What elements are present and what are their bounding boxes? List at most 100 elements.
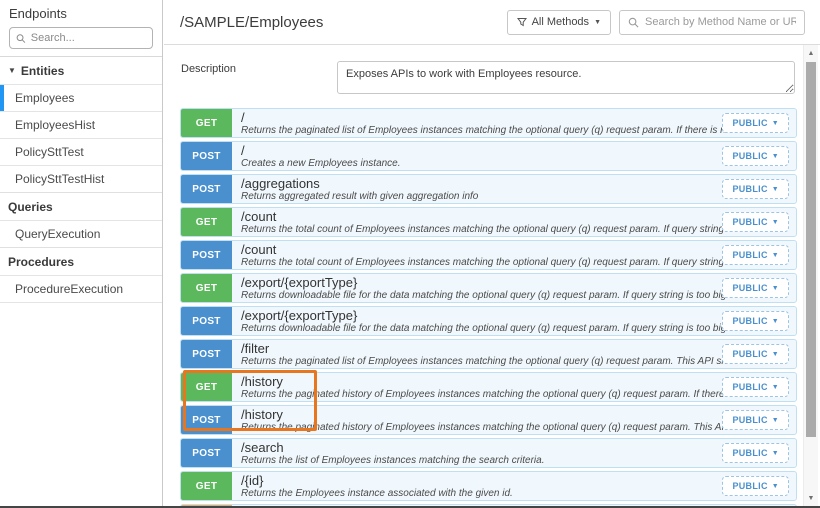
sidebar-section-procedures[interactable]: Procedures xyxy=(0,247,162,275)
endpoint-path: /count xyxy=(241,210,726,224)
endpoint-row-post-export-exporttype-[interactable]: POST/export/{exportType}Returns download… xyxy=(180,306,797,336)
sidebar-section-entities[interactable]: ▼Entities xyxy=(0,57,162,84)
vertical-scrollbar[interactable]: ▲ ▼ xyxy=(803,45,818,506)
access-label: PUBLIC xyxy=(732,151,767,161)
endpoint-row-get-history[interactable]: GET/historyReturns the paginated history… xyxy=(180,372,797,402)
endpoint-info: /countReturns the total count of Employe… xyxy=(232,241,796,269)
access-label: PUBLIC xyxy=(732,184,767,194)
access-dropdown-button[interactable]: PUBLIC▼ xyxy=(722,278,789,298)
sidebar-search-box[interactable] xyxy=(9,27,153,49)
method-badge: POST xyxy=(181,439,232,467)
sidebar-section-label: Procedures xyxy=(8,255,74,269)
chevron-down-icon: ▼ xyxy=(772,318,779,325)
sidebar-title: Endpoints xyxy=(0,0,162,26)
endpoint-row-post-count[interactable]: POST/countReturns the total count of Emp… xyxy=(180,240,797,270)
access-dropdown-button[interactable]: PUBLIC ▼ xyxy=(722,311,789,331)
chevron-down-icon: ▼ xyxy=(772,351,779,358)
sidebar-item-policystttesthist[interactable]: PolicySttTestHist xyxy=(0,165,162,192)
chevron-down-icon: ▼ xyxy=(772,219,779,226)
endpoint-row-get-count[interactable]: GET/countReturns the total count of Empl… xyxy=(180,207,797,237)
method-badge: GET xyxy=(181,373,232,401)
scrollbar-thumb[interactable] xyxy=(806,62,816,437)
access-label: PUBLIC xyxy=(732,316,767,326)
endpoint-row-get-[interactable]: GET/Returns the paginated list of Employ… xyxy=(180,108,797,138)
endpoint-description: Returns the total count of Employees ins… xyxy=(241,257,726,269)
access-dropdown-button[interactable]: PUBLIC▼ xyxy=(722,344,789,364)
access-label: PUBLIC xyxy=(732,217,767,227)
endpoint-path: /export/{exportType} xyxy=(241,309,726,323)
chevron-down-icon: ▼ xyxy=(594,19,601,26)
endpoint-path: /export/{exportType} xyxy=(241,276,726,290)
sidebar-item-employeeshist[interactable]: EmployeesHist xyxy=(0,111,162,138)
main-header: /SAMPLE/Employees All Methods ▼ xyxy=(164,0,820,45)
description-label: Description xyxy=(181,63,236,75)
endpoint-info: /Creates a new Employees instance. xyxy=(232,142,796,170)
endpoint-row-post-[interactable]: POST/Creates a new Employees instance.PU… xyxy=(180,141,797,171)
method-badge: POST xyxy=(181,406,232,434)
method-badge: GET xyxy=(181,208,232,236)
sidebar: Endpoints ▼EntitiesEmployeesEmployeesHis… xyxy=(0,0,163,508)
method-search-input[interactable] xyxy=(645,16,796,28)
access-dropdown-button[interactable]: PUBLIC▼ xyxy=(722,377,789,397)
chevron-down-icon: ▼ xyxy=(772,483,779,490)
sidebar-item-employees[interactable]: Employees xyxy=(0,84,162,111)
scroll-down-arrow-icon[interactable]: ▼ xyxy=(804,491,818,505)
method-badge: POST xyxy=(181,142,232,170)
access-dropdown-button[interactable]: PUBLIC▼ xyxy=(722,146,789,166)
endpoint-path: /search xyxy=(241,441,726,455)
search-icon xyxy=(16,33,26,44)
endpoint-description: Returns the total count of Employees ins… xyxy=(241,224,726,236)
endpoint-row-post-aggregations[interactable]: POST/aggregationsReturns aggregated resu… xyxy=(180,174,797,204)
access-dropdown-button[interactable]: PUBLIC▼ xyxy=(722,113,789,133)
scroll-up-arrow-icon[interactable]: ▲ xyxy=(804,46,818,60)
sidebar-item-procedureexecution[interactable]: ProcedureExecution xyxy=(0,275,162,302)
access-label: PUBLIC xyxy=(732,250,767,260)
all-methods-dropdown[interactable]: All Methods ▼ xyxy=(507,10,611,35)
endpoint-info: /filterReturns the paginated list of Emp… xyxy=(232,340,796,368)
endpoint-info: /historyReturns the paginated history of… xyxy=(232,406,796,434)
endpoint-description: Returns downloadable file for the data m… xyxy=(241,290,726,302)
access-label: PUBLIC xyxy=(732,481,767,491)
access-label: PUBLIC xyxy=(732,118,767,128)
access-label: PUBLIC xyxy=(732,382,767,392)
collapse-caret-icon: ▼ xyxy=(8,67,16,75)
chevron-down-icon: ▼ xyxy=(772,450,779,457)
endpoint-path: / xyxy=(241,111,726,125)
sidebar-search-input[interactable] xyxy=(31,32,146,44)
method-badge: POST xyxy=(181,340,232,368)
endpoint-row-post-filter[interactable]: POST/filterReturns the paginated list of… xyxy=(180,339,797,369)
endpoint-row-post-search[interactable]: POST/searchReturns the list of Employees… xyxy=(180,438,797,468)
endpoint-info: /export/{exportType}Returns downloadable… xyxy=(232,307,796,335)
endpoint-path: /filter xyxy=(241,342,726,356)
sidebar-item-policystttest[interactable]: PolicySttTest xyxy=(0,138,162,165)
sidebar-sections: ▼EntitiesEmployeesEmployeesHistPolicyStt… xyxy=(0,57,162,303)
access-dropdown-button[interactable]: PUBLIC▼ xyxy=(722,443,789,463)
sidebar-section-queries[interactable]: Queries xyxy=(0,192,162,220)
endpoint-path: /aggregations xyxy=(241,177,726,191)
sidebar-item-queryexecution[interactable]: QueryExecution xyxy=(0,220,162,247)
access-dropdown-button[interactable]: PUBLIC▼ xyxy=(722,179,789,199)
page-title: /SAMPLE/Employees xyxy=(180,14,323,31)
access-dropdown-button[interactable]: PUBLIC ▼ xyxy=(722,212,789,232)
method-badge: GET xyxy=(181,274,232,302)
endpoint-description: Returns the paginated history of Employe… xyxy=(241,422,726,434)
endpoint-row-get-export-exporttype-[interactable]: GET/export/{exportType}Returns downloada… xyxy=(180,273,797,303)
method-badge: POST xyxy=(181,175,232,203)
endpoint-info: /aggregationsReturns aggregated result w… xyxy=(232,175,796,203)
endpoint-description: Returns the paginated list of Employees … xyxy=(241,125,726,137)
endpoint-row-get-id-[interactable]: GET/{id}Returns the Employees instance a… xyxy=(180,471,797,501)
access-dropdown-button[interactable]: PUBLIC▼ xyxy=(722,410,789,430)
endpoint-description: Returns the list of Employees instances … xyxy=(241,455,726,467)
endpoint-description: Returns the Employees instance associate… xyxy=(241,488,726,500)
endpoint-description: Returns aggregated result with given agg… xyxy=(241,191,726,203)
endpoint-row-post-history[interactable]: POST/historyReturns the paginated histor… xyxy=(180,405,797,435)
access-dropdown-button[interactable]: PUBLIC ▼ xyxy=(722,476,789,496)
description-textarea[interactable]: Exposes APIs to work with Employees reso… xyxy=(337,61,795,94)
endpoint-description: Returns downloadable file for the data m… xyxy=(241,323,726,335)
endpoint-path: /history xyxy=(241,408,726,422)
access-dropdown-button[interactable]: PUBLIC ▼ xyxy=(722,245,789,265)
method-search-box[interactable] xyxy=(619,10,805,35)
method-badge: GET xyxy=(181,472,232,500)
endpoint-info: /export/{exportType}Returns downloadable… xyxy=(232,274,796,302)
chevron-down-icon: ▼ xyxy=(772,252,779,259)
